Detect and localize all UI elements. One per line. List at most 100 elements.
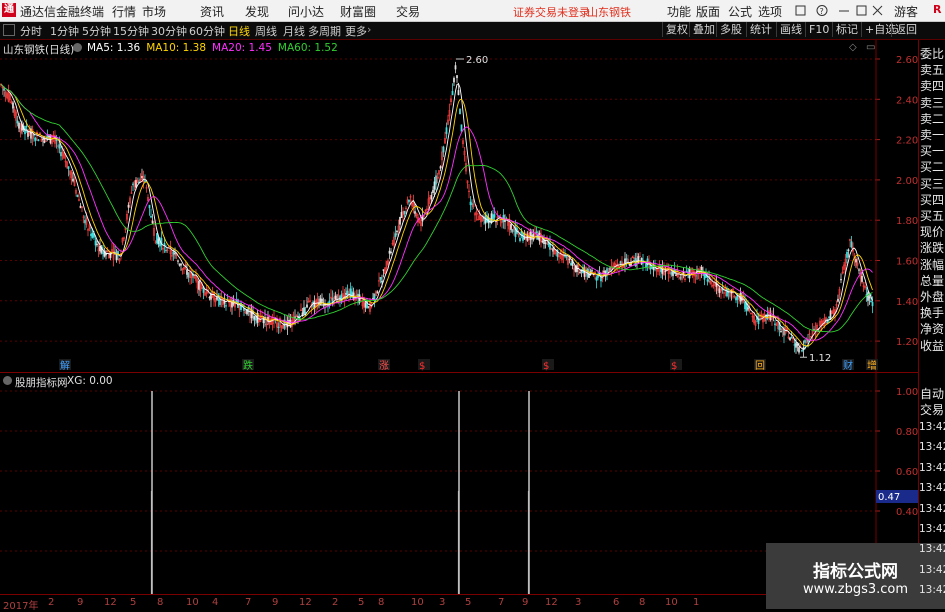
menu-quotes[interactable]: 行情	[112, 3, 136, 20]
toolbar-button-1[interactable]: 叠加	[689, 22, 718, 37]
candle-body	[861, 275, 863, 282]
candle-body	[253, 316, 256, 320]
kline-chart[interactable]: 2.60 2.40 2.20 2.00 1.80 1.60 1.40 1.20 2.60 1.12…	[0, 40, 919, 373]
indicator-tick-label: 1.00	[896, 387, 918, 398]
candle-body	[322, 304, 325, 306]
event-marker-4[interactable]: $	[543, 361, 549, 372]
candle-body	[48, 135, 50, 138]
menu-trade[interactable]: 交易	[396, 3, 420, 20]
indicator-dropdown-icon[interactable]	[3, 376, 12, 385]
period-1[interactable]: 1分钟	[50, 23, 79, 39]
candle-body	[837, 298, 839, 302]
toolbar-button-5[interactable]: F10	[805, 22, 832, 37]
toolbar-button-2[interactable]: 多股	[716, 22, 745, 37]
panel-label-1: 卖五	[920, 63, 945, 78]
diamond-icon[interactable]: ◇	[849, 42, 857, 53]
ma5-line	[0, 83, 873, 350]
more-arrow-icon[interactable]: ›	[367, 23, 371, 36]
candle-body	[91, 232, 94, 238]
period-0[interactable]: 分时	[20, 23, 42, 39]
candle-body	[484, 219, 487, 224]
candle-body	[445, 127, 448, 134]
date-tick-0: 2017年	[3, 601, 39, 612]
zoom-icon[interactable]: ▭	[866, 42, 875, 53]
fullscreen-icon[interactable]	[795, 5, 806, 16]
menu-discover[interactable]: 发现	[245, 3, 269, 20]
event-marker-8[interactable]: 增	[867, 359, 877, 372]
candle-body	[163, 243, 166, 246]
period-7[interactable]: 周线	[255, 23, 277, 39]
toolbar-button-4[interactable]: 画线	[776, 22, 805, 37]
candle-body	[469, 201, 472, 206]
trade-time-6: 13:42	[919, 543, 945, 556]
date-tick-12: 5	[358, 597, 365, 608]
period-9[interactable]: 多周期	[308, 23, 341, 39]
period-2[interactable]: 5分钟	[82, 23, 111, 39]
auto-trade-label-1[interactable]: 自动	[920, 386, 944, 402]
candle-body	[346, 290, 349, 295]
maximize-icon[interactable]	[856, 5, 867, 16]
candle-body	[312, 301, 314, 304]
candle-body	[297, 315, 299, 318]
menu-news[interactable]: 资讯	[200, 3, 224, 20]
period-10[interactable]: 更多	[345, 23, 367, 39]
login-warning[interactable]: 证券交易未登录	[513, 4, 590, 20]
stock-name-title: 山东钢铁	[587, 6, 631, 19]
toolbar-button-8[interactable]: 返回	[891, 22, 920, 37]
period-6[interactable]: 日线	[228, 23, 250, 39]
menu-formula[interactable]: 公式	[728, 3, 752, 20]
candle-body	[744, 301, 746, 310]
menu-function[interactable]: 功能	[667, 3, 691, 20]
toolbar-toggle-icon[interactable]	[3, 24, 15, 36]
chart-title: 山东钢铁(日线)	[3, 44, 75, 56]
event-marker-5[interactable]: $	[671, 361, 677, 372]
event-marker-6[interactable]: 回	[755, 360, 765, 372]
candle-body	[394, 233, 397, 237]
candle-body	[303, 307, 305, 314]
candle-body	[519, 237, 521, 242]
y-tick-label: 1.60	[896, 257, 918, 268]
event-marker-2[interactable]: 涨	[379, 360, 389, 372]
period-3[interactable]: 15分钟	[113, 23, 149, 39]
menu-wealth[interactable]: 财富圈	[340, 3, 376, 20]
close-icon[interactable]	[872, 5, 883, 16]
toolbar-button-0[interactable]: 复权	[662, 22, 691, 37]
y-tick-label: 1.80	[896, 216, 918, 227]
auto-trade-label-2[interactable]: 交易	[920, 402, 944, 418]
period-4[interactable]: 30分钟	[151, 23, 187, 39]
candle-body	[789, 337, 791, 341]
candle-body	[439, 166, 442, 169]
guest-account[interactable]: 游客	[894, 3, 918, 20]
menu-options[interactable]: 选项	[758, 3, 782, 20]
event-marker-1[interactable]: 跌	[243, 359, 253, 372]
date-tick-22: 8	[639, 597, 646, 608]
menu-layout[interactable]: 版面	[696, 3, 720, 20]
candle-body	[255, 318, 257, 321]
event-marker-0[interactable]: 解	[60, 359, 70, 372]
toolbar-button-3[interactable]: 统计	[746, 22, 775, 37]
candle-body	[399, 216, 401, 225]
candle-body	[672, 271, 674, 277]
candle-body	[127, 204, 130, 208]
menu-ask[interactable]: 问小达	[288, 3, 324, 20]
period-5[interactable]: 60分钟	[189, 23, 225, 39]
candle-body	[150, 216, 152, 218]
candle-body	[795, 342, 797, 348]
period-8[interactable]: 月线	[283, 23, 305, 39]
candle-body	[277, 326, 280, 329]
event-marker-7[interactable]: 财	[843, 359, 853, 372]
menu-market[interactable]: 市场	[142, 3, 166, 20]
candle-body	[735, 297, 737, 301]
help-icon[interactable]: ?	[816, 5, 828, 17]
event-marker-3[interactable]: $	[419, 361, 425, 372]
candle-body	[43, 140, 46, 143]
toolbar-button-6[interactable]: 标记	[832, 22, 861, 37]
date-tick-20: 3	[575, 597, 582, 608]
svg-text:?: ?	[820, 7, 824, 16]
settings-dropdown-icon[interactable]	[73, 43, 82, 52]
r-badge[interactable]: R	[933, 3, 941, 16]
y-tick-label: 2.00	[896, 176, 918, 187]
candle-body	[396, 230, 398, 233]
candle-body	[198, 281, 200, 290]
candle-body	[603, 270, 605, 273]
